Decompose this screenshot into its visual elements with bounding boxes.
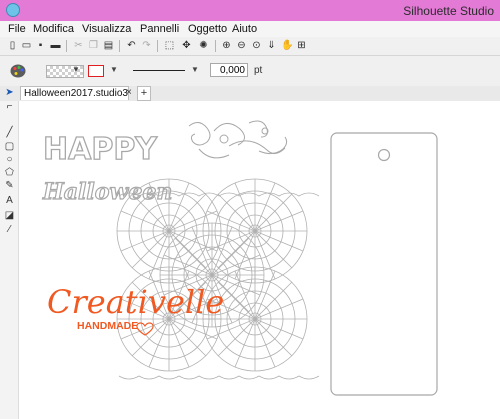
redo-icon[interactable]: ↷ [141, 40, 152, 51]
line-color-swatch[interactable] [88, 65, 104, 77]
copy-icon[interactable]: ❐ [88, 40, 99, 51]
menu-bar: File Modifica Visualizza Pannelli Oggett… [0, 21, 500, 37]
zoom-out-icon[interactable]: ⊖ [236, 40, 247, 51]
menu-file[interactable]: File [8, 23, 26, 35]
pan-hand-icon[interactable]: ✋ [281, 40, 293, 51]
text-tool-icon[interactable]: A [4, 195, 15, 206]
zoom-fit-icon[interactable]: ⊙ [251, 40, 262, 51]
title-bar: Silhouette Studio [0, 0, 500, 21]
app-logo-icon [6, 3, 20, 17]
toolbar-divider [215, 40, 216, 52]
document-tab[interactable]: Halloween2017.studio3 [20, 86, 129, 100]
cut-settings-icon[interactable]: ✺ [198, 40, 209, 51]
select-all-icon[interactable]: ⬚ [164, 40, 175, 51]
paste-icon[interactable]: ▤ [103, 40, 114, 51]
fit-page-icon[interactable]: ⊞ [296, 40, 307, 51]
menu-modifica[interactable]: Modifica [33, 23, 74, 35]
palette-icon[interactable] [10, 64, 26, 78]
menu-oggetto[interactable]: Oggetto [188, 23, 227, 35]
menu-visualizza[interactable]: Visualizza [82, 23, 131, 35]
move-down-icon[interactable]: ⇓ [266, 40, 277, 51]
menu-pannelli[interactable]: Pannelli [140, 23, 179, 35]
eraser-tool-icon[interactable]: ◪ [4, 210, 15, 221]
line-weight-unit: pt [254, 65, 263, 76]
knife-tool-icon[interactable]: ⁄ [4, 224, 15, 235]
toolbar-divider [66, 40, 67, 52]
design-canvas[interactable]: HAPPY Halloween Creativelle HANDMADE [19, 101, 500, 419]
undo-icon[interactable]: ↶ [126, 40, 137, 51]
save-icon[interactable]: ▪ [35, 40, 46, 51]
bookmark-tag-shape [330, 132, 438, 396]
line-style-selector[interactable] [133, 70, 185, 71]
main-toolbar: ▯ ▭ ▪ ▬ ✂ ❐ ▤ ↶ ↷ ⬚ ✥ ✺ ⊕ ⊖ ⊙ ⇓ ✋ ⊞ [0, 37, 500, 56]
line-color-dropdown-icon[interactable]: ▼ [110, 65, 118, 74]
toolbar-divider [157, 40, 158, 52]
tag-hole [377, 148, 391, 162]
line-fill-toolbar: ▼ ▼ ▼ 0,000 pt [0, 56, 500, 87]
polygon-tool-icon[interactable]: ⬠ [4, 167, 15, 178]
zoom-in-icon[interactable]: ⊕ [221, 40, 232, 51]
deselect-icon[interactable]: ✥ [181, 40, 192, 51]
new-document-icon[interactable]: ▯ [7, 40, 18, 51]
new-tab-button[interactable]: + [137, 86, 151, 101]
canvas-artwork: HAPPY Halloween Creativelle HANDMADE [41, 120, 438, 396]
app-title: Silhouette Studio [403, 4, 494, 18]
open-folder-icon[interactable]: ▭ [21, 40, 32, 51]
document-tab-bar: Halloween2017.studio3 × + [0, 86, 500, 102]
tab-close-icon[interactable]: × [126, 87, 132, 98]
happy-outline-text: HAPPY [43, 132, 158, 167]
line-style-dropdown-icon[interactable]: ▼ [191, 65, 199, 74]
tools-sidebar: ➤ ⌐ ╱ ▢ ○ ⬠ ✎ A ◪ ⁄ [0, 87, 19, 419]
select-arrow-icon[interactable]: ➤ [4, 87, 15, 98]
fill-dropdown-icon[interactable]: ▼ [72, 65, 80, 74]
pencil-tool-icon[interactable]: ✎ [4, 180, 15, 191]
line-weight-input[interactable]: 0,000 [210, 63, 248, 77]
menu-aiuto[interactable]: Aiuto [232, 23, 257, 35]
creativelle-logo-text: Creativelle [47, 283, 224, 321]
line-tool-icon[interactable]: ╱ [4, 127, 15, 138]
cut-icon[interactable]: ✂ [73, 40, 84, 51]
handmade-logo-text: HANDMADE [77, 320, 138, 332]
edit-points-icon[interactable]: ⌐ [4, 101, 15, 112]
spider-web-pattern [116, 178, 308, 372]
witch-ornament [188, 120, 288, 159]
rectangle-tool-icon[interactable]: ▢ [4, 141, 15, 152]
toolbar-divider [119, 40, 120, 52]
print-icon[interactable]: ▬ [50, 40, 61, 51]
ellipse-tool-icon[interactable]: ○ [4, 154, 15, 165]
